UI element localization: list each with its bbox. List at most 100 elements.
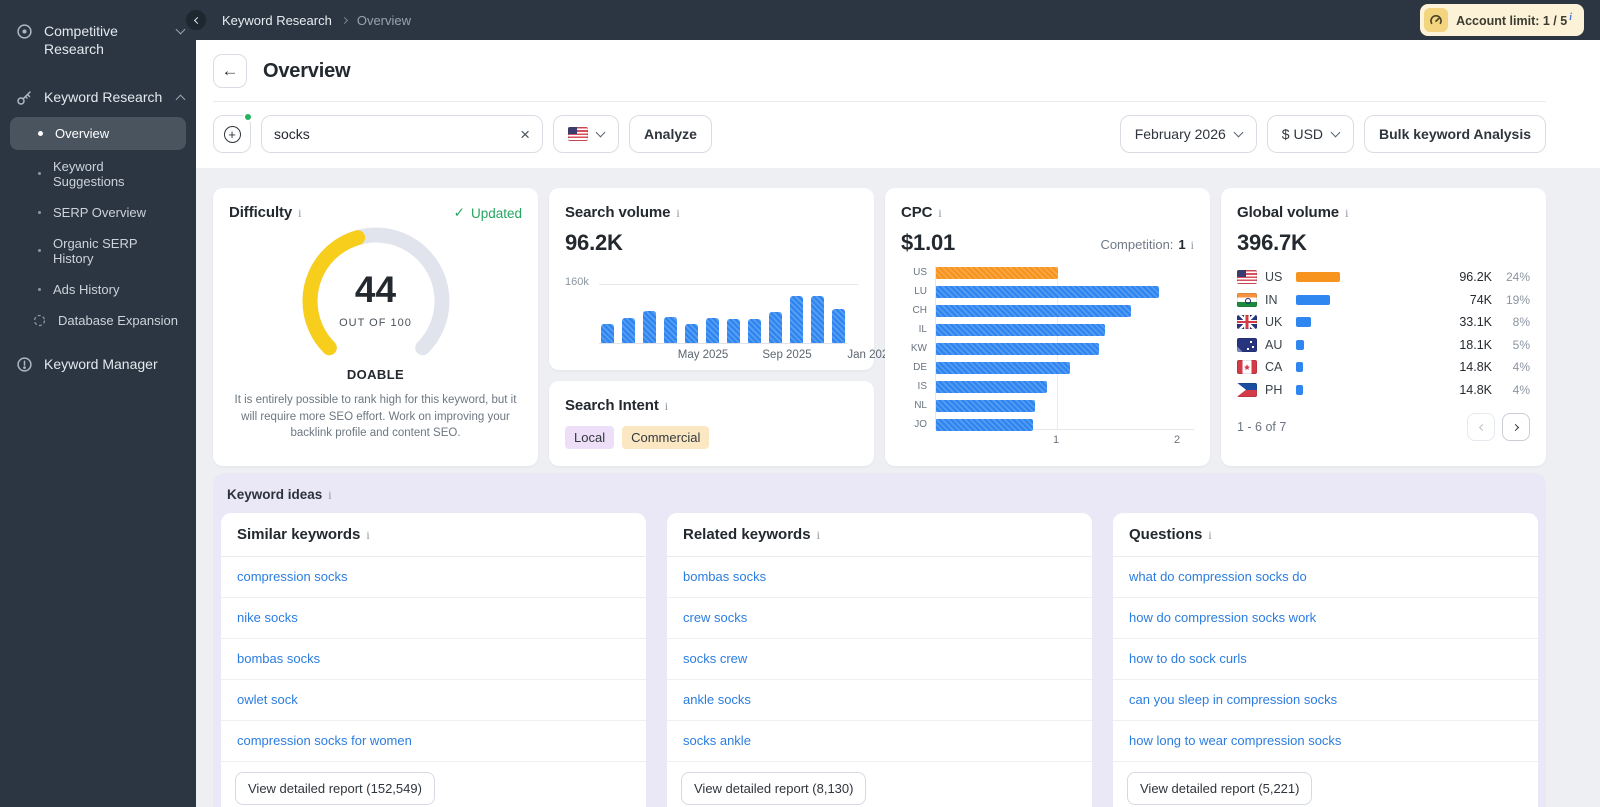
- info-icon[interactable]: i: [1191, 238, 1194, 253]
- view-report-button[interactable]: View detailed report (8,130): [681, 772, 867, 805]
- cpc-country-label: DE: [913, 362, 927, 373]
- keyword-link[interactable]: what do compression socks do: [1129, 569, 1307, 584]
- keyword-link[interactable]: nike socks: [237, 610, 298, 625]
- ca-flag-icon: [1237, 360, 1257, 375]
- volume-bar: [643, 311, 656, 343]
- intent-badge-local: Local: [565, 426, 615, 449]
- analyze-button[interactable]: Analyze: [629, 115, 712, 153]
- currency-select[interactable]: $ USD: [1266, 115, 1355, 153]
- country-volume-bar: [1296, 339, 1304, 350]
- keyword-link[interactable]: crew socks: [683, 610, 747, 625]
- pagination-next-button[interactable]: [1502, 413, 1530, 441]
- sidebar-item-label: Keyword Suggestions: [53, 158, 125, 189]
- country-volume-bar: [1296, 294, 1330, 305]
- in-flag-icon: [1237, 292, 1257, 307]
- keyword-link[interactable]: bombas socks: [683, 569, 766, 584]
- keyword-ideas-section: Keyword ideas i Similar keywords i compres…: [213, 473, 1546, 807]
- sidebar-item-keyword-manager[interactable]: Keyword Manager: [0, 347, 196, 381]
- volume-bar: [769, 312, 782, 343]
- info-icon[interactable]: i: [1345, 206, 1348, 221]
- info-icon[interactable]: i: [298, 206, 301, 221]
- keyword-search-input[interactable]: [274, 126, 513, 142]
- country-volume-bar: [1296, 272, 1340, 283]
- sidebar-item-organic-serp-history[interactable]: Organic SERP History: [10, 229, 186, 273]
- keyword-link[interactable]: socks crew: [683, 651, 747, 666]
- cpc-card: CPC i $1.01 Competition: 1 i US LU CH IL KW DE…: [885, 188, 1210, 466]
- sidebar-item-label: Keyword Research: [44, 89, 163, 106]
- sidebar-item-overview[interactable]: Overview: [10, 116, 186, 150]
- sidebar-collapse-button[interactable]: [184, 8, 208, 32]
- search-volume-card: Search volume i 96.2K 160k May 2025 Sep 2…: [549, 188, 895, 370]
- volume-bar: [664, 317, 677, 343]
- info-icon[interactable]: i: [665, 399, 668, 414]
- bulk-analysis-button[interactable]: Bulk keyword Analysis: [1364, 115, 1546, 153]
- chevron-right-icon: [340, 16, 348, 24]
- bullet-icon: [38, 249, 41, 253]
- key-icon: [16, 89, 33, 106]
- pagination-prev-button[interactable]: [1467, 413, 1495, 441]
- keyword-link[interactable]: socks ankle: [683, 733, 751, 748]
- breadcrumb-keyword-research[interactable]: Keyword Research: [222, 13, 332, 28]
- view-report-button[interactable]: View detailed report (152,549): [235, 772, 435, 805]
- sidebar-item-keyword-research[interactable]: Keyword Research: [0, 80, 196, 114]
- keyword-link[interactable]: how do compression socks work: [1129, 610, 1316, 625]
- cpc-country-label: LU: [914, 286, 927, 297]
- country-select[interactable]: [553, 115, 619, 153]
- info-icon[interactable]: i: [366, 528, 369, 543]
- keyword-link[interactable]: compression socks: [237, 569, 348, 584]
- info-icon[interactable]: i: [938, 206, 941, 221]
- difficulty-description: It is entirely possible to rank high for…: [234, 394, 517, 440]
- sidebar-item-label: Ads History: [53, 281, 120, 297]
- view-report-button[interactable]: View detailed report (5,221): [1127, 772, 1313, 805]
- info-icon[interactable]: i: [817, 528, 820, 543]
- cpc-bar: [936, 305, 1131, 317]
- info-icon[interactable]: i: [676, 206, 679, 221]
- country-volume-bar: [1296, 317, 1311, 328]
- breadcrumb-overview: Overview: [356, 12, 412, 28]
- back-button[interactable]: ←: [213, 54, 247, 88]
- info-icon[interactable]: i: [1208, 528, 1211, 543]
- sidebar-item-keyword-suggestions[interactable]: Keyword Suggestions: [10, 152, 186, 196]
- sidebar-item-ads-history[interactable]: Ads History: [10, 275, 186, 304]
- country-percent: 19%: [1505, 292, 1530, 307]
- plus-icon: +: [223, 125, 241, 143]
- volume-bar: [685, 324, 698, 343]
- cpc-country-label: JO: [914, 419, 927, 430]
- keyword-link[interactable]: bombas socks: [237, 651, 320, 666]
- cpc-bar: [936, 381, 1047, 393]
- keyword-link[interactable]: owlet sock: [237, 692, 298, 707]
- app-window: Competitive Research Keyword Research Ov…: [0, 0, 1600, 807]
- country-volume: 14.8K: [1459, 382, 1492, 397]
- cpc-country-label: CH: [912, 305, 927, 316]
- questions-card: Questions i what do compression socks do h…: [1113, 513, 1538, 807]
- section-title: Keyword ideas: [227, 487, 323, 502]
- keyword-link[interactable]: how long to wear compression socks: [1129, 733, 1341, 748]
- keyword-link-row: nike socks: [221, 598, 646, 639]
- sidebar-item-serp-overview[interactable]: SERP Overview: [10, 198, 186, 227]
- account-limit-badge[interactable]: Account limit: 1 / 5i: [1420, 4, 1584, 36]
- sidebar-item-database-expansion[interactable]: Database Expansion: [10, 306, 186, 335]
- country-volume-bar: [1296, 362, 1303, 373]
- country-row: IN 74K 19%: [1237, 289, 1530, 312]
- add-keyword-button[interactable]: +: [213, 112, 253, 153]
- intent-badge-commercial: Commercial: [622, 426, 710, 449]
- keyword-link-row: socks ankle: [667, 721, 1092, 762]
- keyword-link[interactable]: how to do sock curls: [1129, 651, 1247, 666]
- card-title: Search volume: [565, 204, 671, 221]
- chevron-down-icon: [1233, 127, 1244, 138]
- period-select[interactable]: February 2026: [1119, 115, 1257, 153]
- x-tick: Sep 2025: [762, 349, 812, 361]
- keyword-link[interactable]: can you sleep in compression socks: [1129, 692, 1337, 707]
- keyword-link[interactable]: compression socks for women: [237, 733, 412, 748]
- keyword-link-row: compression socks: [221, 557, 646, 598]
- info-icon[interactable]: i: [328, 488, 331, 503]
- clear-search-icon[interactable]: ×: [520, 126, 530, 143]
- sidebar-item-competitive-research[interactable]: Competitive Research: [0, 14, 196, 66]
- chevron-down-icon: [595, 127, 606, 138]
- country-row: CA 14.8K 4%: [1237, 356, 1530, 379]
- card-title: CPC: [901, 204, 933, 221]
- sidebar: Competitive Research Keyword Research Ov…: [0, 0, 196, 807]
- info-icon[interactable]: i: [1569, 12, 1572, 23]
- cpc-country-label: NL: [914, 400, 927, 411]
- keyword-link[interactable]: ankle socks: [683, 692, 751, 707]
